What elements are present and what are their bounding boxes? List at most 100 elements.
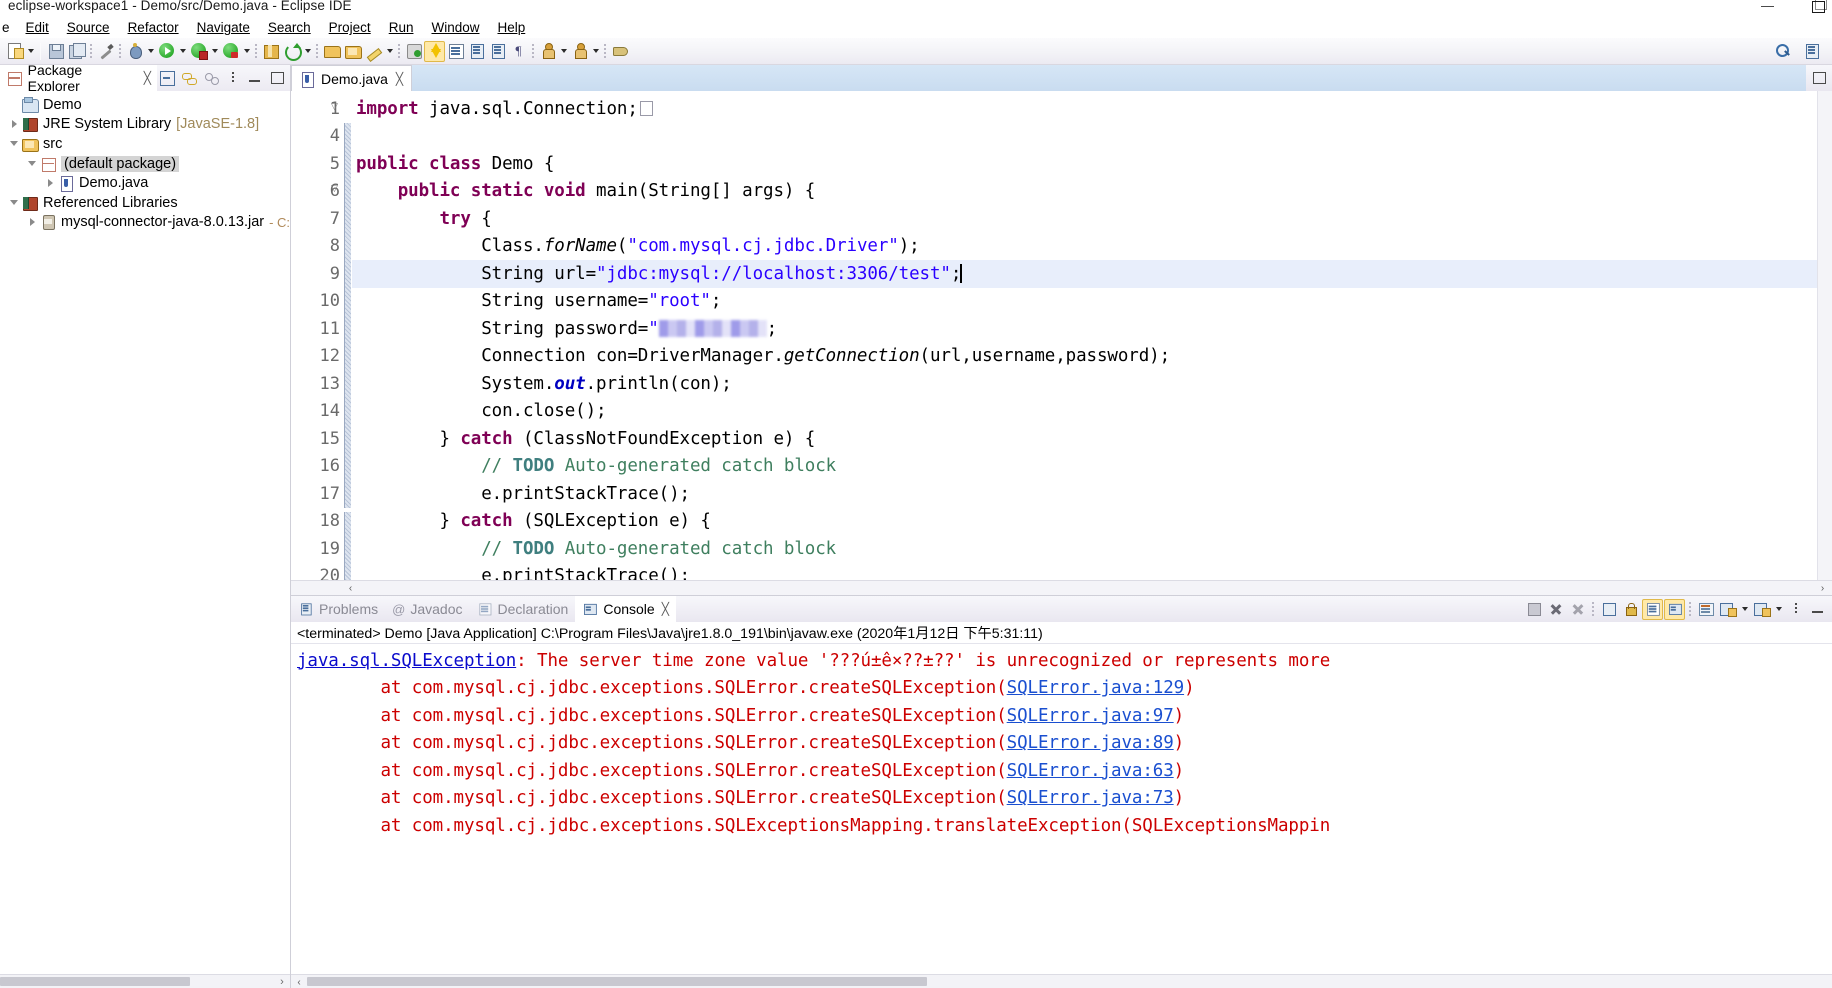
editor-hscrollbar[interactable]: ‹ › [291,580,1832,595]
twisty[interactable] [24,218,40,226]
open-perspective-button[interactable] [1801,41,1822,62]
new-package-button[interactable] [260,41,281,62]
stack-trace-link[interactable]: SQLError.java:63 [1007,761,1174,781]
editor-view-button[interactable] [445,41,466,62]
maximize-window-button[interactable] [1810,0,1827,14]
refresh-dropdown-arrow[interactable] [302,41,313,62]
tab-package-explorer[interactable]: Package Explorer ╳ [0,62,157,94]
terminate-button[interactable] [1523,599,1544,620]
edit-button[interactable] [363,41,384,62]
mark-occurrences-button[interactable] [95,41,116,62]
tab-console[interactable]: Console ╳ [575,596,676,622]
menu-refactor[interactable]: Refactor [119,19,188,37]
menu-window[interactable]: Window [422,19,488,37]
save-button[interactable] [45,41,66,62]
refresh-button[interactable] [281,41,302,62]
team-dropdown-arrow[interactable] [590,41,601,62]
pin-console-button[interactable] [1695,599,1716,620]
twisty[interactable] [6,120,22,128]
display-console-dropdown-arrow[interactable] [1739,599,1750,620]
build-button[interactable] [424,40,445,62]
remove-all-terminated-button[interactable] [1567,599,1588,620]
close-icon[interactable]: ╳ [662,602,669,616]
minimize-window-button[interactable] [1760,0,1776,14]
scroll-left-icon[interactable]: ‹ [293,975,305,988]
console-output[interactable]: java.sql.SQLException: The server time z… [291,644,1832,974]
user-button[interactable] [537,41,558,62]
tab-javadoc[interactable]: @ Javadoc [385,596,469,622]
scroll-right-icon[interactable]: › [276,975,288,988]
code-editor[interactable]: 1 4 5 6 7 8 9 10 11 12 13 14 15 16 17 18… [291,91,1832,580]
stack-trace-link[interactable]: SQLError.java:129 [1007,678,1185,698]
debug-dropdown-arrow[interactable] [209,41,220,62]
menu-edit[interactable]: Edit [17,19,58,37]
scrollbar-thumb[interactable] [307,977,927,986]
link-with-editor-button[interactable] [179,68,199,88]
external-tools-button[interactable] [124,41,145,62]
scrollbar-thumb[interactable] [0,977,190,986]
tree-item-jre-system-library[interactable]: JRE System Library [JavaSE-1.8] [0,115,290,135]
folded-import-box[interactable] [639,101,653,117]
menu-file[interactable]: e [0,19,17,37]
debug-button[interactable] [188,41,209,62]
show-console-on-output-button[interactable] [1664,598,1685,620]
view-menu-button[interactable] [223,68,243,88]
menu-search[interactable]: Search [259,19,320,37]
minimize-view-button[interactable] [245,68,265,88]
team-button[interactable] [569,41,590,62]
scroll-left-icon[interactable]: ‹ [343,581,358,596]
menu-help[interactable]: Help [488,19,534,37]
open-resource-button[interactable] [321,41,342,62]
back-button[interactable] [609,41,630,62]
save-all-button[interactable] [66,41,87,62]
word-wrap-button[interactable] [1642,598,1663,620]
tree-item-demo-java[interactable]: Demo.java [0,173,290,193]
console-view-menu-button[interactable] [1785,599,1806,620]
fold-marker-line1[interactable]: ▽ [331,101,342,112]
code-content[interactable]: import java.sql.Connection; public class… [352,91,1832,580]
new-button[interactable] [4,41,25,62]
display-selected-console-button[interactable] [1717,599,1738,620]
quick-access-button[interactable] [1772,41,1793,62]
minimize-console-button[interactable] [1807,599,1828,620]
tree-item-mysql-connector-jar[interactable]: mysql-connector-java-8.0.13.jar - C:\U [0,213,290,233]
tree-item-demo[interactable]: Demo [0,95,290,115]
new-dropdown-arrow[interactable] [25,41,36,62]
menu-project[interactable]: Project [320,19,380,37]
fold-marker-line6[interactable]: ▽ [331,183,342,194]
run-dropdown-arrow[interactable] [177,41,188,62]
tree-item-default-package[interactable]: (default package) [0,154,290,174]
menu-navigate[interactable]: Navigate [188,19,259,37]
open-console-button[interactable] [1751,599,1772,620]
open-folder-button[interactable] [342,41,363,62]
stack-trace-link[interactable]: SQLError.java:73 [1007,788,1174,808]
twisty[interactable] [6,141,22,146]
close-icon[interactable]: ╳ [144,71,151,85]
clear-console-button[interactable] [1598,599,1619,620]
twisty[interactable] [42,179,58,187]
tab-declaration[interactable]: Declaration [470,596,576,622]
edit-dropdown-arrow[interactable] [384,41,395,62]
remove-launch-button[interactable] [1545,599,1566,620]
tree-item-src[interactable]: src [0,134,290,154]
coverage-dropdown-arrow[interactable] [241,41,252,62]
run-button[interactable] [156,41,177,62]
maximize-editor-button[interactable] [1806,65,1832,91]
collapse-all-button[interactable] [157,68,177,88]
user-dropdown-arrow[interactable] [558,41,569,62]
tab-problems[interactable]: Problems [291,596,385,622]
scroll-lock-button[interactable] [1620,599,1641,620]
menu-run[interactable]: Run [380,19,423,37]
package-explorer-hscrollbar[interactable]: › [0,974,290,988]
scroll-right-icon[interactable]: › [1815,581,1830,596]
maximize-view-button[interactable] [267,68,287,88]
open-document-button[interactable] [487,41,508,62]
stack-trace-link[interactable]: SQLError.java:97 [1007,706,1174,726]
coverage-button[interactable] [220,41,241,62]
exception-link[interactable]: java.sql.SQLException [297,651,516,671]
stack-trace-link[interactable]: SQLError.java:89 [1007,733,1174,753]
menu-source[interactable]: Source [58,19,119,37]
twisty[interactable] [24,161,40,166]
close-icon[interactable]: ╳ [396,72,403,86]
open-console-dropdown-arrow[interactable] [1773,599,1784,620]
